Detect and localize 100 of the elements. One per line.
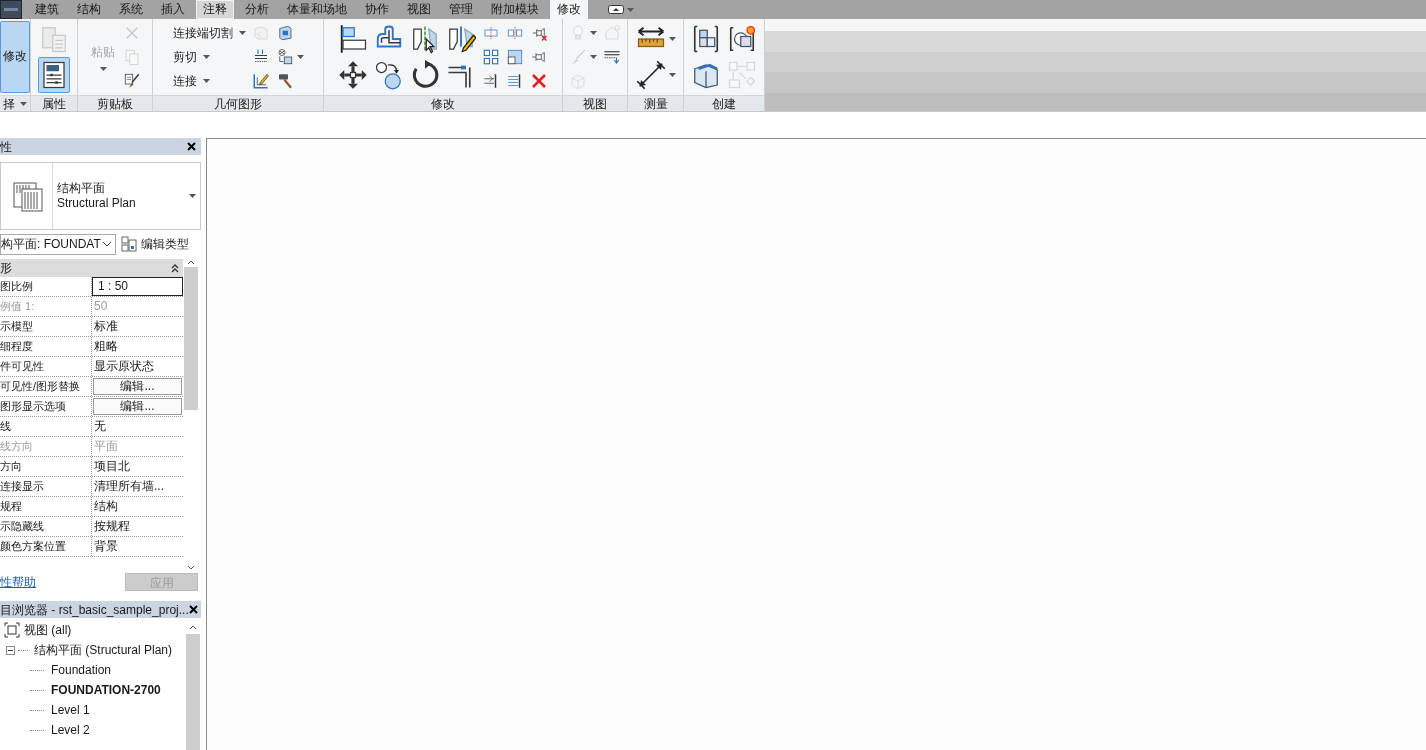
rotate-icon	[410, 60, 440, 90]
tree-item[interactable]: FOUNDATION-2700	[51, 681, 161, 699]
property-name: 细程度	[0, 337, 92, 356]
unpin-icon	[530, 24, 548, 42]
property-name: 规程	[0, 497, 92, 516]
property-name: 方向	[0, 457, 92, 476]
property-name: 线	[0, 417, 92, 436]
type-name: 结构平面	[57, 181, 106, 196]
scrollbar-thumb[interactable]	[184, 267, 198, 410]
array-icon	[482, 48, 500, 66]
property-value: 粗略	[93, 338, 119, 355]
ribbon-tab[interactable]: 协作	[358, 0, 396, 19]
collapse-icon[interactable]	[6, 645, 15, 655]
section-box-icon	[569, 72, 587, 90]
ribbon-tab[interactable]: 附加模块	[484, 0, 546, 19]
instance-dropdown[interactable]: 构平面: FOUNDAT	[0, 233, 116, 255]
close-icon	[188, 605, 198, 614]
tree-item[interactable]: Level 2	[51, 721, 90, 739]
help-link[interactable]: 性帮助	[0, 573, 36, 591]
scroll-down-icon	[187, 565, 195, 571]
copy-circles-icon	[374, 60, 404, 90]
mirror-draw-icon	[446, 24, 476, 54]
ribbon-tab[interactable]: 插入	[154, 0, 192, 19]
property-name: 颜色方案位置	[0, 537, 92, 556]
shapes-icon	[275, 48, 294, 66]
delete-icon	[530, 72, 548, 90]
pin-icon	[530, 48, 548, 66]
property-name: 示隐藏线	[0, 517, 92, 536]
property-value-field[interactable]: 1 : 50	[92, 277, 183, 296]
edit-type-button[interactable]: 编辑类型	[121, 235, 189, 253]
split-face-icon	[251, 24, 270, 42]
panel-title: 几何图形	[214, 95, 262, 112]
ribbon-tab[interactable]: 视图	[400, 0, 438, 19]
house-icon	[603, 24, 621, 42]
panel-title: 剪贴板	[97, 95, 133, 112]
property-name: 件可见性	[0, 357, 92, 376]
property-name: 连接显示	[0, 477, 92, 496]
ribbon-button[interactable]: 剪切	[171, 45, 247, 69]
scroll-up-icon	[189, 624, 197, 630]
property-value: 背景	[93, 538, 119, 555]
copy-icon	[123, 48, 141, 66]
tree-item[interactable]: 视图 (all)	[24, 621, 72, 639]
property-name: 示模型	[0, 317, 92, 336]
panel-title: 视图	[583, 95, 607, 112]
workflow-icon	[727, 60, 757, 90]
tree-item[interactable]: Level 1	[51, 701, 90, 719]
property-name: 线方向	[0, 437, 92, 456]
property-name: 可见性/图形替换	[0, 377, 92, 396]
property-name: 例值 1:	[0, 297, 92, 316]
tree-item[interactable]: 结构平面 (Structural Plan)	[34, 641, 173, 659]
diagonal-dimension-icon	[635, 60, 666, 90]
group-icon	[691, 24, 721, 54]
panel-title: 修改	[431, 95, 455, 112]
property-value: 显示原状态	[93, 358, 155, 375]
ribbon-button[interactable]: 修改	[0, 21, 30, 93]
ribbon-tab[interactable]: 建筑	[28, 0, 66, 19]
edit-type-icon	[121, 236, 137, 252]
views-icon	[4, 622, 20, 638]
ribbon-tab[interactable]: 系统	[112, 0, 150, 19]
property-value: 50	[93, 298, 109, 315]
mirror-pick-icon	[410, 24, 440, 54]
scroll-up-icon	[187, 259, 195, 265]
scrollbar-thumb[interactable]	[186, 634, 200, 750]
edit-button[interactable]: 编辑...	[93, 378, 182, 395]
caret-icon	[189, 194, 196, 198]
chevron-down-icon	[102, 241, 112, 247]
collapse-icon	[171, 263, 179, 273]
edit-button[interactable]: 编辑...	[93, 398, 182, 415]
close-icon	[186, 142, 196, 151]
close-button[interactable]	[188, 603, 198, 616]
close-button[interactable]	[185, 140, 197, 153]
tree-item[interactable]: Foundation	[51, 661, 112, 679]
property-value: 无	[93, 418, 107, 435]
ribbon-tab[interactable]: 分析	[238, 0, 276, 19]
scissors-icon	[123, 24, 141, 42]
ribbon-tab[interactable]: 管理	[442, 0, 480, 19]
create-similar-icon	[727, 24, 757, 54]
move-icon	[338, 60, 368, 90]
property-value: 清理所有墙...	[93, 478, 165, 495]
scale-icon	[506, 48, 524, 66]
property-value: 结构	[93, 498, 119, 515]
panel-title: 测量	[643, 95, 668, 112]
property-value: 标准	[93, 318, 119, 335]
panel-title: 属性	[42, 95, 66, 112]
ribbon-button[interactable]: 连接端切割	[171, 21, 247, 45]
caret-icon[interactable]	[20, 101, 27, 106]
linework-icon	[251, 72, 270, 90]
group-header[interactable]: 形	[0, 259, 183, 277]
type-selector[interactable]: 结构平面 Structural Plan	[0, 162, 201, 230]
type-name: Structural Plan	[57, 196, 137, 211]
ribbon-tool-button[interactable]	[38, 57, 70, 93]
ribbon-button[interactable]: 连接	[171, 69, 247, 93]
minimize-ribbon-icon	[608, 5, 624, 14]
application-button[interactable]	[0, 0, 22, 19]
ribbon-tab[interactable]: 结构	[70, 0, 108, 19]
thin-lines-icon	[603, 48, 621, 66]
ribbon-tab[interactable]: 注释	[196, 0, 234, 19]
ribbon-tab[interactable]: 修改	[550, 0, 588, 19]
panel-title: 择	[3, 95, 15, 112]
ribbon-tab[interactable]: 体量和场地	[280, 0, 354, 19]
